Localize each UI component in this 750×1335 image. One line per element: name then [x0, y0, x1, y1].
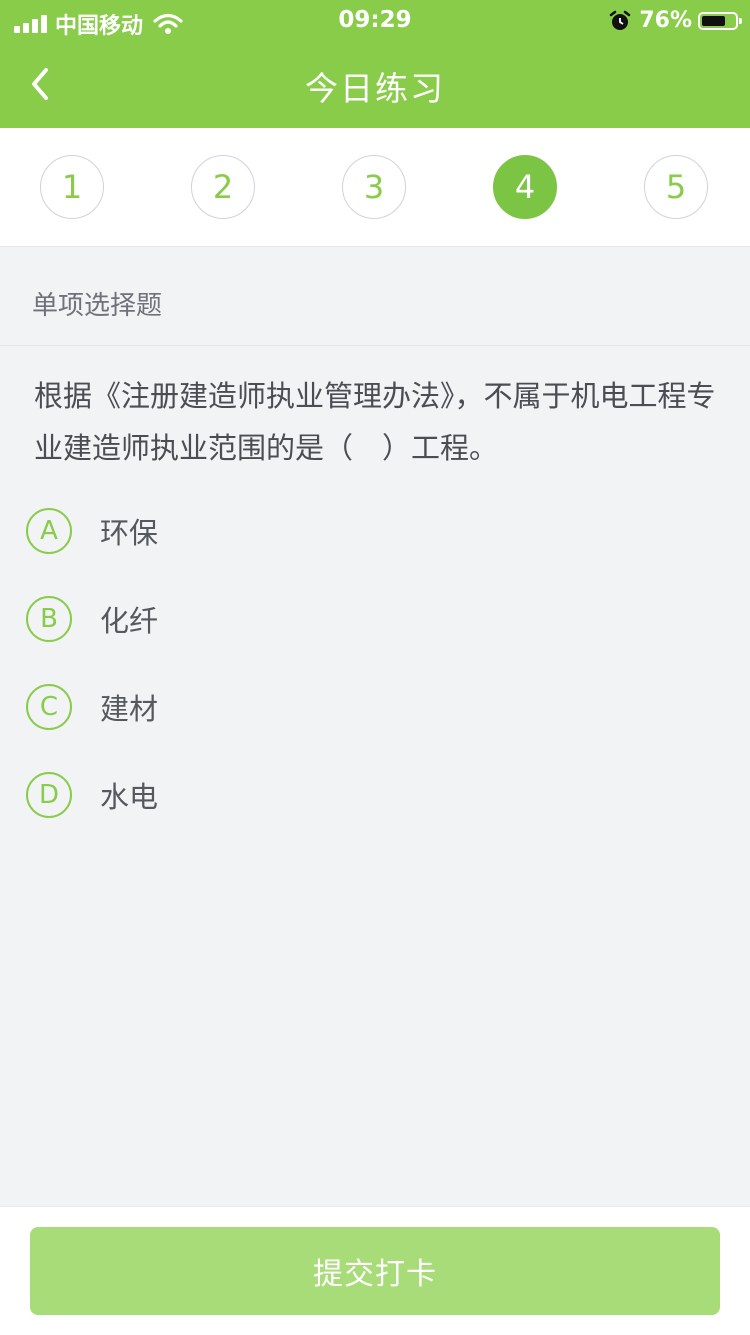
option-c[interactable]: C 建材 [26, 681, 726, 733]
status-bar: 中国移动 09:29 76% [0, 0, 750, 40]
status-right: 76% [609, 8, 742, 33]
step-2[interactable]: 2 [191, 155, 255, 219]
step-label: 5 [665, 168, 687, 206]
nav-bar: 今日练习 [0, 40, 750, 128]
step-label: 2 [212, 168, 234, 206]
option-letter: C [26, 684, 72, 730]
alarm-icon [610, 10, 631, 30]
step-3[interactable]: 3 [342, 155, 406, 219]
battery-fill [702, 15, 725, 26]
question-text: 根据《注册建造师执业管理办法》，不属于机电工程专业建造师执业范围的是（ ）工程。 [34, 379, 716, 465]
option-text: 水电 [100, 780, 159, 814]
battery-icon [698, 11, 742, 30]
header-bar: 中国移动 09:29 76% 今日练习 [0, 0, 750, 128]
option-text: 化纤 [100, 604, 159, 638]
option-d[interactable]: D 水电 [26, 769, 726, 821]
submit-checkin-button[interactable]: 提交打卡 [30, 1227, 720, 1315]
option-letter: A [26, 508, 72, 554]
question-stepper: 1 2 3 4 5 [0, 128, 750, 247]
question-type-bar: 单项选择题 [0, 247, 750, 346]
option-text: 建材 [100, 692, 159, 726]
page-title: 今日练习 [305, 69, 445, 108]
footer-bar: 提交打卡 [0, 1206, 750, 1335]
option-letter: D [26, 772, 72, 818]
step-label: 3 [363, 168, 385, 206]
battery-percent: 76% [639, 8, 692, 33]
question-type: 单项选择题 [32, 291, 163, 321]
step-4[interactable]: 4 [493, 155, 557, 219]
option-a[interactable]: A 环保 [26, 505, 726, 557]
step-label: 4 [514, 168, 536, 206]
option-text: 环保 [100, 516, 159, 550]
step-5[interactable]: 5 [644, 155, 708, 219]
step-1[interactable]: 1 [40, 155, 104, 219]
option-letter: B [26, 596, 72, 642]
step-label: 1 [61, 168, 83, 206]
option-b[interactable]: B 化纤 [26, 593, 726, 645]
